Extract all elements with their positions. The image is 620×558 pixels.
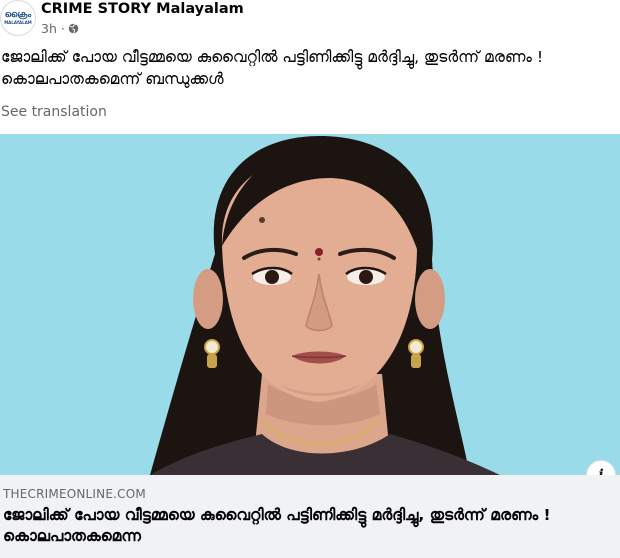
link-preview-footer[interactable]: THECRIMEONLINE.COM ജോലിക്ക് പോയ വീട്ടമ്മ… bbox=[0, 475, 620, 558]
page-avatar[interactable]: ക്രൈം MALAYALAM bbox=[0, 0, 36, 36]
post-timestamp[interactable]: 3h · bbox=[41, 21, 65, 36]
page-name-link[interactable]: CRIME STORY Malayalam bbox=[41, 1, 244, 17]
see-translation-link[interactable]: See translation bbox=[1, 104, 107, 120]
link-preview-card[interactable]: i THECRIMEONLINE.COM ജോലിക്ക് പോയ വീട്ടമ… bbox=[0, 134, 620, 558]
avatar-logo-subtext: MALAYALAM bbox=[4, 20, 32, 25]
link-preview-image[interactable] bbox=[0, 134, 620, 475]
link-domain: THECRIMEONLINE.COM bbox=[3, 487, 146, 501]
post-header: ക്രൈം MALAYALAM CRIME STORY Malayalam 3h… bbox=[0, 0, 620, 40]
portrait-photo bbox=[0, 134, 620, 475]
avatar-logo-text: ക്രൈം bbox=[4, 10, 32, 20]
post-text: ജോലിക്ക് പോയ വീട്ടമ്മയെ കുവൈറ്റിൽ പട്ടിണ… bbox=[1, 48, 544, 88]
post-meta: 3h · bbox=[41, 21, 79, 36]
avatar-logo: ക്രൈം MALAYALAM bbox=[4, 11, 32, 25]
globe-icon bbox=[68, 23, 79, 34]
link-title[interactable]: ജോലിക്ക് പോയ വീട്ടമ്മയെ കുവൈറ്റിൽ പട്ടിണ… bbox=[3, 505, 603, 547]
